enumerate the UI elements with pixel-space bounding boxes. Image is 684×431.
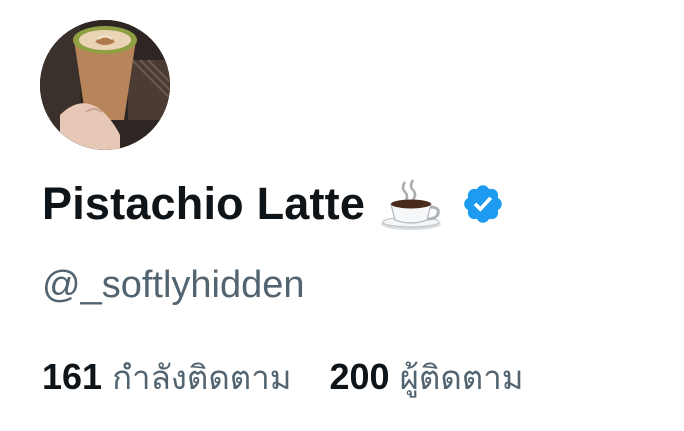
follow-stats: 161 กำลังติดตาม 200 ผู้ติดตาม <box>42 354 524 401</box>
followers-link[interactable]: 200 ผู้ติดตาม <box>330 354 524 401</box>
following-label: กำลังติดตาม <box>112 358 292 397</box>
verified-badge-icon[interactable] <box>461 182 505 226</box>
followers-label: ผู้ติดตาม <box>399 358 524 397</box>
display-name-row: Pistachio Latte <box>42 176 505 232</box>
display-name[interactable]: Pistachio Latte <box>42 176 365 232</box>
username[interactable]: @_softlyhidden <box>42 262 305 308</box>
avatar[interactable] <box>40 20 170 150</box>
avatar-photo <box>40 20 170 150</box>
following-count: 161 <box>42 356 103 397</box>
coffee-cup-icon <box>379 176 443 232</box>
following-link[interactable]: 161 กำลังติดตาม <box>42 354 292 401</box>
followers-count: 200 <box>329 356 390 397</box>
